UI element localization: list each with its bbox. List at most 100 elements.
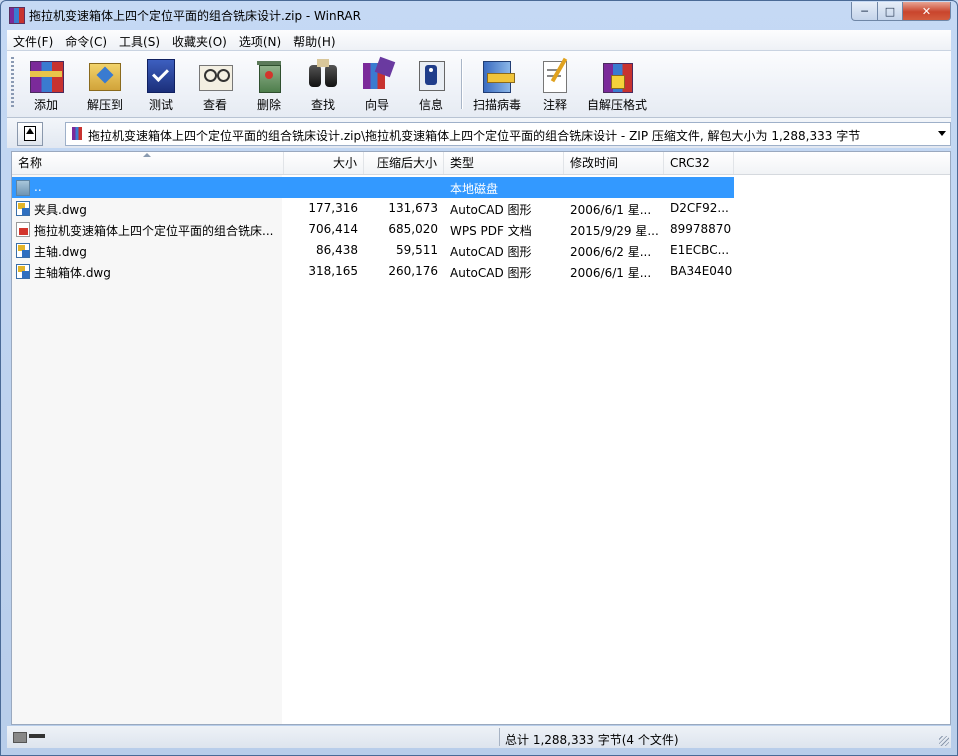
dwg-file-icon bbox=[16, 201, 30, 216]
close-icon: ✕ bbox=[921, 4, 932, 18]
path-combobox[interactable]: 拖拉机变速箱体上四个定位平面的组合铣床设计.zip\拖拉机变速箱体上四个定位平面… bbox=[65, 122, 951, 146]
maximize-icon: □ bbox=[884, 4, 896, 18]
file-name: .. bbox=[34, 180, 42, 194]
file-type: AutoCAD 图形 bbox=[450, 203, 532, 217]
add-archive-icon bbox=[26, 55, 66, 93]
find-label: 查找 bbox=[310, 98, 335, 112]
file-size: 177,316 bbox=[308, 201, 358, 215]
pdf-file-icon bbox=[16, 222, 30, 237]
file-modified: 2006/6/2 星... bbox=[570, 245, 652, 259]
window-title: 拖拉机变速箱体上四个定位平面的组合铣床设计.zip - WinRAR bbox=[29, 9, 361, 23]
file-modified: 2006/6/1 星... bbox=[570, 266, 652, 280]
extract-to-button[interactable]: 解压到 bbox=[77, 55, 133, 113]
column-crc32[interactable]: CRC32 bbox=[664, 152, 734, 174]
file-type: AutoCAD 图形 bbox=[450, 266, 532, 280]
dwg-file-icon bbox=[16, 264, 30, 279]
view-button[interactable]: 查看 bbox=[189, 55, 241, 113]
file-type: 本地磁盘 bbox=[450, 182, 499, 196]
menu-help[interactable]: 帮助(H) bbox=[287, 30, 341, 50]
column-size[interactable]: 大小 bbox=[284, 152, 364, 174]
up-arrow-icon bbox=[24, 126, 36, 141]
menu-commands[interactable]: 命令(C) bbox=[59, 30, 113, 50]
column-type[interactable]: 类型 bbox=[444, 152, 564, 174]
scan-virus-button[interactable]: 扫描病毒 bbox=[467, 55, 527, 113]
menu-bar: 文件(F) 命令(C) 工具(S) 收藏夹(O) 选项(N) 帮助(H) bbox=[7, 30, 951, 51]
view-icon bbox=[195, 55, 235, 93]
toolbar-grip[interactable] bbox=[11, 57, 14, 109]
column-modified[interactable]: 修改时间 bbox=[564, 152, 664, 174]
toolbar-separator bbox=[461, 59, 463, 109]
extract-to-icon bbox=[85, 55, 125, 93]
close-button[interactable]: ✕ bbox=[902, 2, 951, 21]
file-packed-size: 260,176 bbox=[388, 264, 438, 278]
add-label: 添加 bbox=[33, 98, 58, 112]
sfx-button[interactable]: 自解压格式 bbox=[583, 55, 651, 113]
resize-grip[interactable] bbox=[939, 736, 949, 746]
info-icon bbox=[411, 55, 451, 93]
scan-virus-label: 扫描病毒 bbox=[472, 98, 521, 112]
dwg-file-icon bbox=[16, 243, 30, 258]
status-bar: 总计 1,288,333 字节(4 个文件) bbox=[7, 726, 951, 748]
column-header: 名称 大小 压缩后大小 类型 修改时间 CRC32 bbox=[12, 152, 950, 175]
file-packed-size: 59,511 bbox=[396, 243, 438, 257]
chevron-down-icon[interactable] bbox=[938, 131, 946, 136]
toolbar: 添加 解压到 测试 查看 删除 查找 向导 信息 扫描病毒 注释 自解压格式 bbox=[7, 51, 951, 118]
file-crc32: E1ECBC... bbox=[670, 243, 730, 257]
column-packed-size[interactable]: 压缩后大小 bbox=[364, 152, 444, 174]
info-button[interactable]: 信息 bbox=[405, 55, 457, 113]
winrar-app-icon bbox=[9, 7, 25, 24]
winrar-window: 拖拉机变速箱体上四个定位平面的组合铣床设计.zip - WinRAR ─ □ ✕… bbox=[0, 0, 958, 756]
status-separator bbox=[499, 728, 500, 746]
test-label: 测试 bbox=[148, 98, 173, 112]
menu-options[interactable]: 选项(N) bbox=[233, 30, 287, 50]
extract-to-label: 解压到 bbox=[86, 98, 123, 112]
test-button[interactable]: 测试 bbox=[135, 55, 187, 113]
menu-tools[interactable]: 工具(S) bbox=[113, 30, 166, 50]
file-list[interactable]: 名称 大小 压缩后大小 类型 修改时间 CRC32 .. 本地磁盘 夹具.dwg… bbox=[11, 151, 951, 725]
comment-button[interactable]: 注释 bbox=[529, 55, 581, 113]
comment-label: 注释 bbox=[542, 98, 567, 112]
file-name: 主轴.dwg bbox=[34, 245, 87, 259]
wizard-icon bbox=[357, 55, 397, 93]
status-summary: 总计 1,288,333 字节(4 个文件) bbox=[505, 733, 679, 747]
file-crc32: D2CF92... bbox=[670, 201, 729, 215]
info-label: 信息 bbox=[418, 98, 443, 112]
file-type: WPS PDF 文档 bbox=[450, 224, 532, 238]
file-type: AutoCAD 图形 bbox=[450, 245, 532, 259]
add-button[interactable]: 添加 bbox=[19, 55, 73, 113]
delete-label: 删除 bbox=[256, 98, 281, 112]
wizard-button[interactable]: 向导 bbox=[351, 55, 403, 113]
file-crc32: BA34E040 bbox=[670, 264, 733, 278]
menu-favorites[interactable]: 收藏夹(O) bbox=[166, 30, 233, 50]
table-row[interactable]: 夹具.dwg 177,316 131,673 AutoCAD 图形 2006/6… bbox=[12, 198, 734, 219]
wizard-label: 向导 bbox=[364, 98, 389, 112]
table-row-parent[interactable]: .. 本地磁盘 bbox=[12, 177, 734, 198]
find-icon bbox=[303, 55, 343, 93]
file-name: 夹具.dwg bbox=[34, 203, 87, 217]
minimize-button[interactable]: ─ bbox=[851, 2, 878, 21]
path-text: 拖拉机变速箱体上四个定位平面的组合铣床设计.zip\拖拉机变速箱体上四个定位平面… bbox=[88, 129, 861, 143]
menu-file[interactable]: 文件(F) bbox=[7, 30, 59, 50]
table-row[interactable]: 主轴箱体.dwg 318,165 260,176 AutoCAD 图形 2006… bbox=[12, 261, 734, 282]
sort-ascending-icon bbox=[143, 153, 151, 157]
up-one-level-button[interactable] bbox=[17, 122, 43, 146]
file-name: 拖拉机变速箱体上四个定位平面的组合铣床... bbox=[34, 224, 274, 238]
scan-virus-icon bbox=[477, 55, 517, 93]
delete-button[interactable]: 删除 bbox=[243, 55, 295, 113]
file-packed-size: 131,673 bbox=[388, 201, 438, 215]
table-row[interactable]: 主轴.dwg 86,438 59,511 AutoCAD 图形 2006/6/2… bbox=[12, 240, 734, 261]
file-size: 706,414 bbox=[308, 222, 358, 236]
file-crc32: 89978870 bbox=[670, 222, 732, 236]
drive-icon[interactable] bbox=[13, 732, 27, 743]
maximize-button[interactable]: □ bbox=[877, 2, 903, 21]
key-icon[interactable] bbox=[29, 734, 45, 738]
table-row[interactable]: 拖拉机变速箱体上四个定位平面的组合铣床... 706,414 685,020 W… bbox=[12, 219, 734, 240]
title-bar[interactable]: 拖拉机变速箱体上四个定位平面的组合铣床设计.zip - WinRAR ─ □ ✕ bbox=[1, 1, 957, 29]
find-button[interactable]: 查找 bbox=[297, 55, 349, 113]
archive-icon bbox=[72, 127, 82, 140]
file-name: 主轴箱体.dwg bbox=[34, 266, 111, 280]
sfx-label: 自解压格式 bbox=[586, 98, 647, 112]
view-label: 查看 bbox=[202, 98, 227, 112]
file-modified: 2006/6/1 星... bbox=[570, 203, 652, 217]
file-modified: 2015/9/29 星... bbox=[570, 224, 659, 238]
